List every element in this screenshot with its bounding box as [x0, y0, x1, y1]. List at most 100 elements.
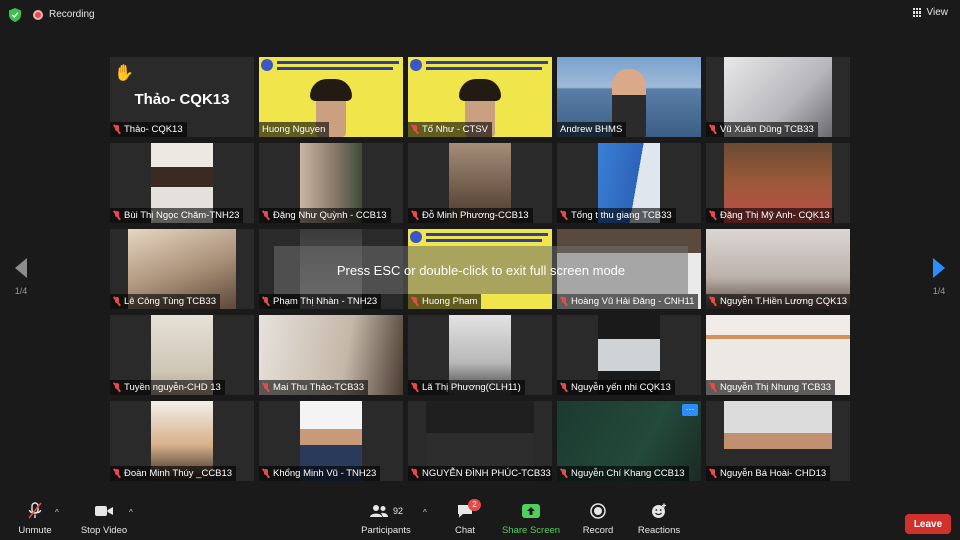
video-options-caret-icon[interactable]: ^ — [129, 508, 133, 517]
participant-name: Tố Như - CTSV — [422, 124, 489, 135]
participant-name-label: Nguyễn T.Hiền Lương CQK13 — [706, 294, 850, 309]
mic-muted-icon — [709, 297, 717, 306]
chat-button[interactable]: 2 Chat — [448, 499, 482, 536]
reactions-button[interactable]: Reactions — [635, 501, 683, 536]
participant-name: Mai Thu Thảo-TCB33 — [273, 382, 364, 393]
participant-name: Vũ Xuân Dũng TCB33 — [720, 124, 814, 135]
audio-options-caret-icon[interactable]: ^ — [55, 508, 59, 517]
participant-name-label: Nguyễn Bá Hoài- CHD13 — [706, 466, 831, 481]
participant-name-label: Huong Pham — [408, 294, 482, 309]
participant-name-label: Đặng Thị Mỹ Anh- CQK13 — [706, 208, 834, 223]
participant-name-label: Lê Công Tùng TCB33 — [110, 294, 221, 309]
recording-label: Recording — [49, 9, 95, 20]
participant-name: Tuyền nguyễn-CHD 13 — [124, 382, 221, 393]
participants-count: 92 — [392, 506, 403, 516]
video-tile[interactable]: Nguyễn Bá Hoài- CHD13 — [706, 401, 850, 481]
stop-video-label: Stop Video — [80, 525, 128, 536]
participant-name: Đỗ Minh Phương-CCB13 — [422, 210, 529, 221]
chevron-right-icon — [933, 258, 945, 278]
video-tile[interactable]: Lã Thị Phương(CLH11) — [408, 315, 552, 395]
video-tile[interactable]: Bùi Thị Ngọc Chăm-TNH23 — [110, 143, 254, 223]
mic-muted-icon — [709, 211, 717, 220]
participant-name-label: Mai Thu Thảo-TCB33 — [259, 380, 368, 395]
participant-name: Bùi Thị Ngọc Chăm-TNH23 — [124, 210, 240, 221]
video-tile[interactable]: Đặng Thị Mỹ Anh- CQK13 — [706, 143, 850, 223]
page-indicator-left: 1/4 — [14, 286, 28, 296]
participants-options-caret-icon[interactable]: ^ — [423, 508, 427, 517]
video-tile[interactable]: Đỗ Minh Phương-CCB13 — [408, 143, 552, 223]
view-button[interactable]: View — [912, 7, 949, 18]
participant-name: Nguyễn yến nhi CQK13 — [571, 382, 671, 393]
record-button[interactable]: Record — [578, 501, 618, 536]
participants-icon — [369, 505, 388, 517]
participant-name-label: Nguyễn yến nhi CQK13 — [557, 380, 675, 395]
participant-name: Đoàn Minh Thúy _CCB13 — [124, 468, 233, 479]
leave-button[interactable]: Leave — [905, 514, 951, 534]
share-screen-button[interactable]: Share Screen — [500, 501, 562, 536]
page-indicator-right: 1/4 — [932, 286, 946, 296]
participant-name: Thảo- CQK13 — [124, 124, 183, 135]
video-tile[interactable]: Lê Công Tùng TCB33 — [110, 229, 254, 309]
participant-name-label: Tố Như - CTSV — [408, 122, 493, 137]
security-shield-icon[interactable] — [9, 8, 21, 22]
participant-name: Phạm Thị Nhàn - TNH23 — [273, 296, 378, 307]
chat-label: Chat — [454, 525, 476, 536]
participant-name: Nguyễn Bá Hoài- CHD13 — [720, 468, 827, 479]
meeting-toolbar: Unmute ^ Stop Video ^ 92 Participants ^ — [0, 495, 960, 540]
video-tile[interactable]: Đặng Như Quỳnh - CCB13 — [259, 143, 403, 223]
mic-muted-icon — [560, 383, 568, 392]
top-bar: Recording View — [0, 0, 960, 30]
video-tile[interactable]: ✋ Thảo- CQK13 Thảo- CQK13 — [110, 57, 254, 137]
participant-name: Đặng Như Quỳnh - CCB13 — [273, 210, 387, 221]
participant-name-label: Nguyễn Thị Nhung TCB33 — [706, 380, 836, 395]
participant-name-label: Vũ Xuân Dũng TCB33 — [706, 122, 818, 137]
mic-muted-icon — [411, 297, 419, 306]
mic-muted-icon — [560, 211, 568, 220]
participant-name: Nguyễn T.Hiền Lương CQK13 — [720, 296, 848, 307]
mic-muted-icon — [113, 125, 121, 134]
video-tile[interactable]: Tố Như - CTSV — [408, 57, 552, 137]
mic-muted-icon — [262, 211, 270, 220]
video-tile[interactable]: Nguyễn T.Hiền Lương CQK13 — [706, 229, 850, 309]
participant-name: Khổng Minh Vũ - TNH23 — [273, 468, 377, 479]
view-label: View — [926, 7, 949, 18]
video-tile-active-speaker[interactable]: Andrew BHMS — [557, 57, 701, 137]
share-screen-label: Share Screen — [501, 525, 561, 536]
participant-name: NGUYỄN ĐÌNH PHÚC-TCB33 — [422, 468, 551, 479]
video-tile[interactable]: Nguyễn yến nhi CQK13 — [557, 315, 701, 395]
video-tile[interactable]: ··· Nguyễn Chí Khang CCB13 — [557, 401, 701, 481]
participant-name: Huong Pham — [422, 296, 478, 307]
previous-page-button[interactable]: 1/4 — [6, 258, 36, 296]
mic-muted-icon — [113, 469, 121, 478]
smiley-icon — [652, 503, 666, 518]
video-tile[interactable]: Vũ Xuân Dũng TCB33 — [706, 57, 850, 137]
video-tile[interactable]: Đoàn Minh Thúy _CCB13 — [110, 401, 254, 481]
mic-muted-icon — [709, 383, 717, 392]
participants-button[interactable]: 92 Participants — [358, 501, 414, 536]
record-label: Record — [582, 525, 614, 536]
mic-muted-icon — [113, 383, 121, 392]
participant-name-label: Đặng Như Quỳnh - CCB13 — [259, 208, 391, 223]
video-tile[interactable]: Khổng Minh Vũ - TNH23 — [259, 401, 403, 481]
next-page-button[interactable]: 1/4 — [924, 258, 954, 296]
participant-name: Hoàng Vũ Hải Đăng - CNH11 — [571, 296, 695, 307]
participant-name-label: Andrew BHMS — [557, 122, 627, 137]
participant-name: Nguyễn Chí Khang CCB13 — [571, 468, 685, 479]
unmute-button[interactable]: Unmute — [12, 501, 58, 536]
video-camera-icon — [95, 506, 113, 516]
stop-video-button[interactable]: Stop Video — [78, 501, 130, 536]
participant-name-label: Tống t thu giang TCB33 — [557, 208, 676, 223]
video-tile[interactable]: Nguyễn Thị Nhung TCB33 — [706, 315, 850, 395]
participant-name-label: Thảo- CQK13 — [110, 122, 187, 137]
grid-view-icon — [912, 8, 922, 17]
fullscreen-exit-toast: Press ESC or double-click to exit full s… — [274, 246, 688, 294]
participants-label: Participants — [361, 525, 411, 536]
mic-muted-icon — [411, 211, 419, 220]
video-tile[interactable]: Huong Nguyen — [259, 57, 403, 137]
video-tile[interactable]: NGUYỄN ĐÌNH PHÚC-TCB33 — [408, 401, 552, 481]
record-icon — [590, 503, 606, 519]
more-options-button[interactable]: ··· — [682, 404, 698, 416]
video-tile[interactable]: Tuyền nguyễn-CHD 13 — [110, 315, 254, 395]
video-tile[interactable]: Mai Thu Thảo-TCB33 — [259, 315, 403, 395]
video-tile[interactable]: Tống t thu giang TCB33 — [557, 143, 701, 223]
